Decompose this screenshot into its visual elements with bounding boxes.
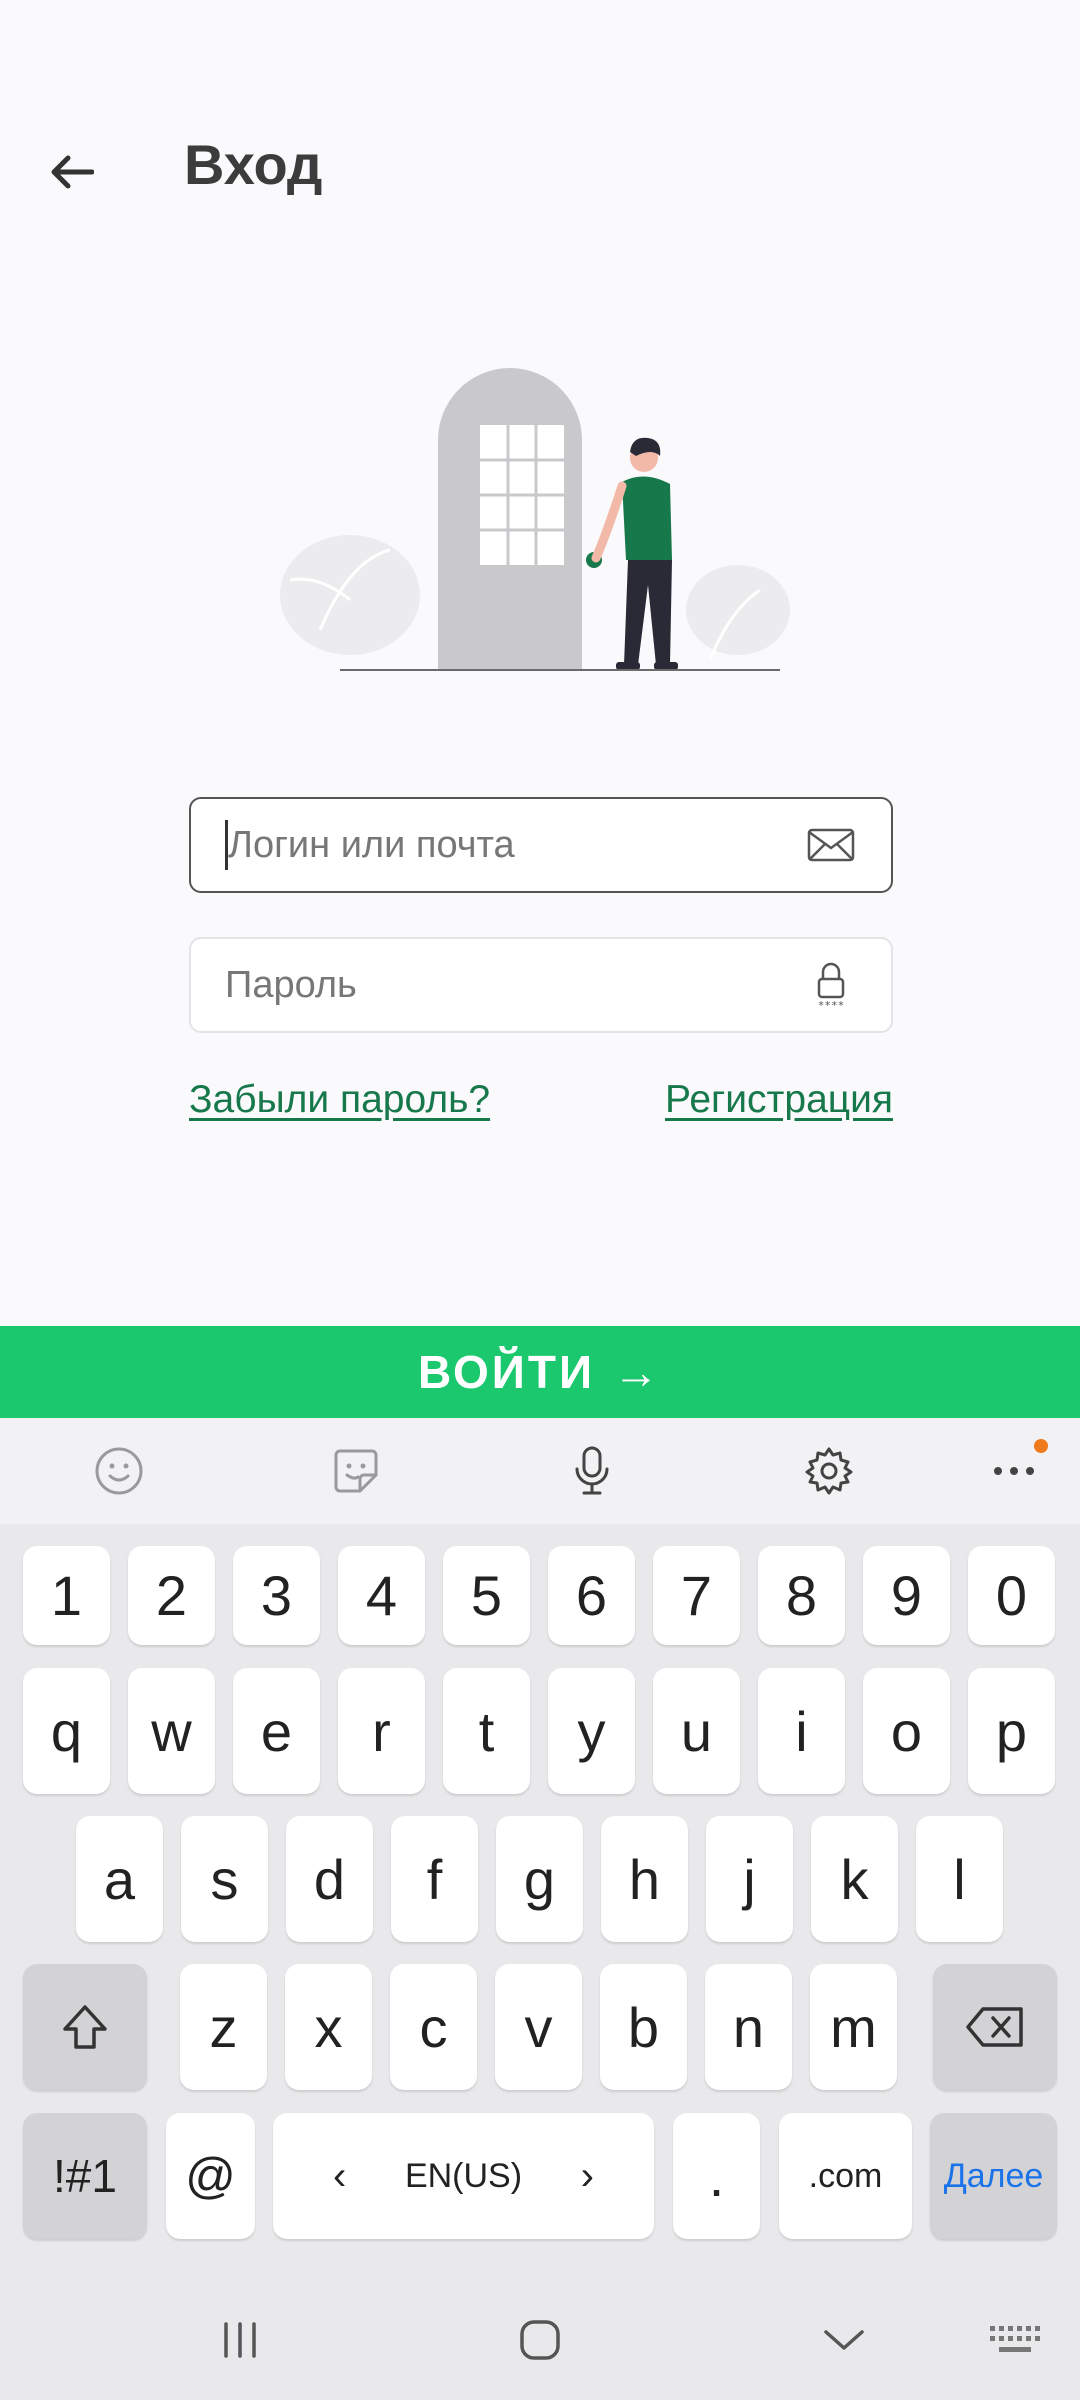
key-n[interactable]: n	[705, 1964, 792, 2090]
microphone-icon[interactable]	[564, 1443, 620, 1499]
mail-icon	[805, 819, 857, 871]
soft-keyboard: 1234567890 qwertyuiop asdfghjkl zxcvbnm …	[0, 1418, 1080, 2400]
key-7[interactable]: 7	[653, 1546, 740, 1645]
recent-apps-icon	[224, 2322, 256, 2358]
notification-dot	[1034, 1439, 1048, 1453]
gear-icon[interactable]	[801, 1443, 857, 1499]
key-3[interactable]: 3	[233, 1546, 320, 1645]
key-g[interactable]: g	[496, 1816, 583, 1942]
key-m[interactable]: m	[810, 1964, 897, 2090]
key-d[interactable]: d	[286, 1816, 373, 1942]
key-4[interactable]: 4	[338, 1546, 425, 1645]
register-link[interactable]: Регистрация	[665, 1078, 893, 1122]
key-1[interactable]: 1	[23, 1546, 110, 1645]
backspace-key[interactable]	[933, 1964, 1057, 2090]
key-5[interactable]: 5	[443, 1546, 530, 1645]
password-field[interactable]: ****	[189, 937, 893, 1033]
sticker-icon[interactable]	[328, 1443, 384, 1499]
key-z[interactable]: z	[180, 1964, 267, 2090]
key-x[interactable]: x	[285, 1964, 372, 2090]
shift-icon	[63, 2005, 107, 2049]
arrow-left-icon	[51, 155, 94, 189]
dotcom-key[interactable]: .com	[779, 2113, 912, 2239]
login-button-label: ВОЙТИ	[417, 1346, 596, 1398]
lock-icon: ****	[805, 959, 857, 1011]
keyboard-toolbar	[0, 1418, 1080, 1524]
system-nav-bar	[0, 2280, 1080, 2400]
key-v[interactable]: v	[495, 1964, 582, 2090]
spacebar-language-key[interactable]: ‹ EN(US) ›	[273, 2113, 654, 2239]
key-u[interactable]: u	[653, 1668, 740, 1794]
forgot-password-link[interactable]: Забыли пароль?	[189, 1078, 490, 1122]
key-8[interactable]: 8	[758, 1546, 845, 1645]
key-0[interactable]: 0	[968, 1546, 1055, 1645]
keyboard-switch-button[interactable]	[982, 2308, 1046, 2372]
key-e[interactable]: e	[233, 1668, 320, 1794]
key-r[interactable]: r	[338, 1668, 425, 1794]
key-t[interactable]: t	[443, 1668, 530, 1794]
key-2[interactable]: 2	[128, 1546, 215, 1645]
symbols-key[interactable]: !#1	[23, 2113, 147, 2239]
keyboard-icon	[990, 2326, 1040, 2352]
home-icon	[520, 2320, 560, 2360]
back-button[interactable]	[40, 140, 104, 204]
key-l[interactable]: l	[916, 1816, 1003, 1942]
login-screen: Вход Логин или почта **** Забыли пароль?…	[0, 0, 1080, 2400]
key-s[interactable]: s	[181, 1816, 268, 1942]
recent-apps-button[interactable]	[208, 2308, 272, 2372]
key-h[interactable]: h	[601, 1816, 688, 1942]
key-i[interactable]: i	[758, 1668, 845, 1794]
key-j[interactable]: j	[706, 1816, 793, 1942]
login-field[interactable]	[189, 797, 893, 893]
password-input[interactable]	[225, 963, 805, 1007]
key-b[interactable]: b	[600, 1964, 687, 2090]
language-left-arrow: ‹	[333, 2153, 347, 2198]
key-p[interactable]: p	[968, 1668, 1055, 1794]
key-c[interactable]: c	[390, 1964, 477, 2090]
chevron-down-icon	[824, 2330, 864, 2350]
key-w[interactable]: w	[128, 1668, 215, 1794]
shift-key[interactable]	[23, 1964, 147, 2090]
more-options-icon[interactable]	[986, 1439, 1048, 1499]
page-title: Вход	[184, 133, 323, 196]
key-k[interactable]: k	[811, 1816, 898, 1942]
at-key[interactable]: @	[166, 2113, 255, 2239]
door-illustration	[280, 360, 800, 680]
backspace-icon	[966, 2007, 1023, 2047]
svg-text:****: ****	[818, 999, 845, 1011]
language-label: EN(US)	[404, 2156, 523, 2195]
login-input[interactable]	[228, 823, 805, 867]
key-o[interactable]: o	[863, 1668, 950, 1794]
emoji-icon[interactable]	[91, 1443, 147, 1499]
language-right-arrow: ›	[580, 2153, 594, 2198]
key-6[interactable]: 6	[548, 1546, 635, 1645]
hide-keyboard-button[interactable]	[812, 2308, 876, 2372]
key-q[interactable]: q	[23, 1668, 110, 1794]
home-button[interactable]	[508, 2308, 572, 2372]
key-9[interactable]: 9	[863, 1546, 950, 1645]
period-key[interactable]: .	[673, 2113, 760, 2239]
key-f[interactable]: f	[391, 1816, 478, 1942]
arrow-right-icon: →	[613, 1346, 663, 1398]
login-button[interactable]: ВОЙТИ →	[0, 1326, 1080, 1418]
key-a[interactable]: a	[76, 1816, 163, 1942]
next-key[interactable]: Далее	[930, 2113, 1057, 2239]
app-header: Вход	[0, 120, 1080, 220]
auth-links: Забыли пароль? Регистрация	[189, 1078, 893, 1138]
key-y[interactable]: y	[548, 1668, 635, 1794]
